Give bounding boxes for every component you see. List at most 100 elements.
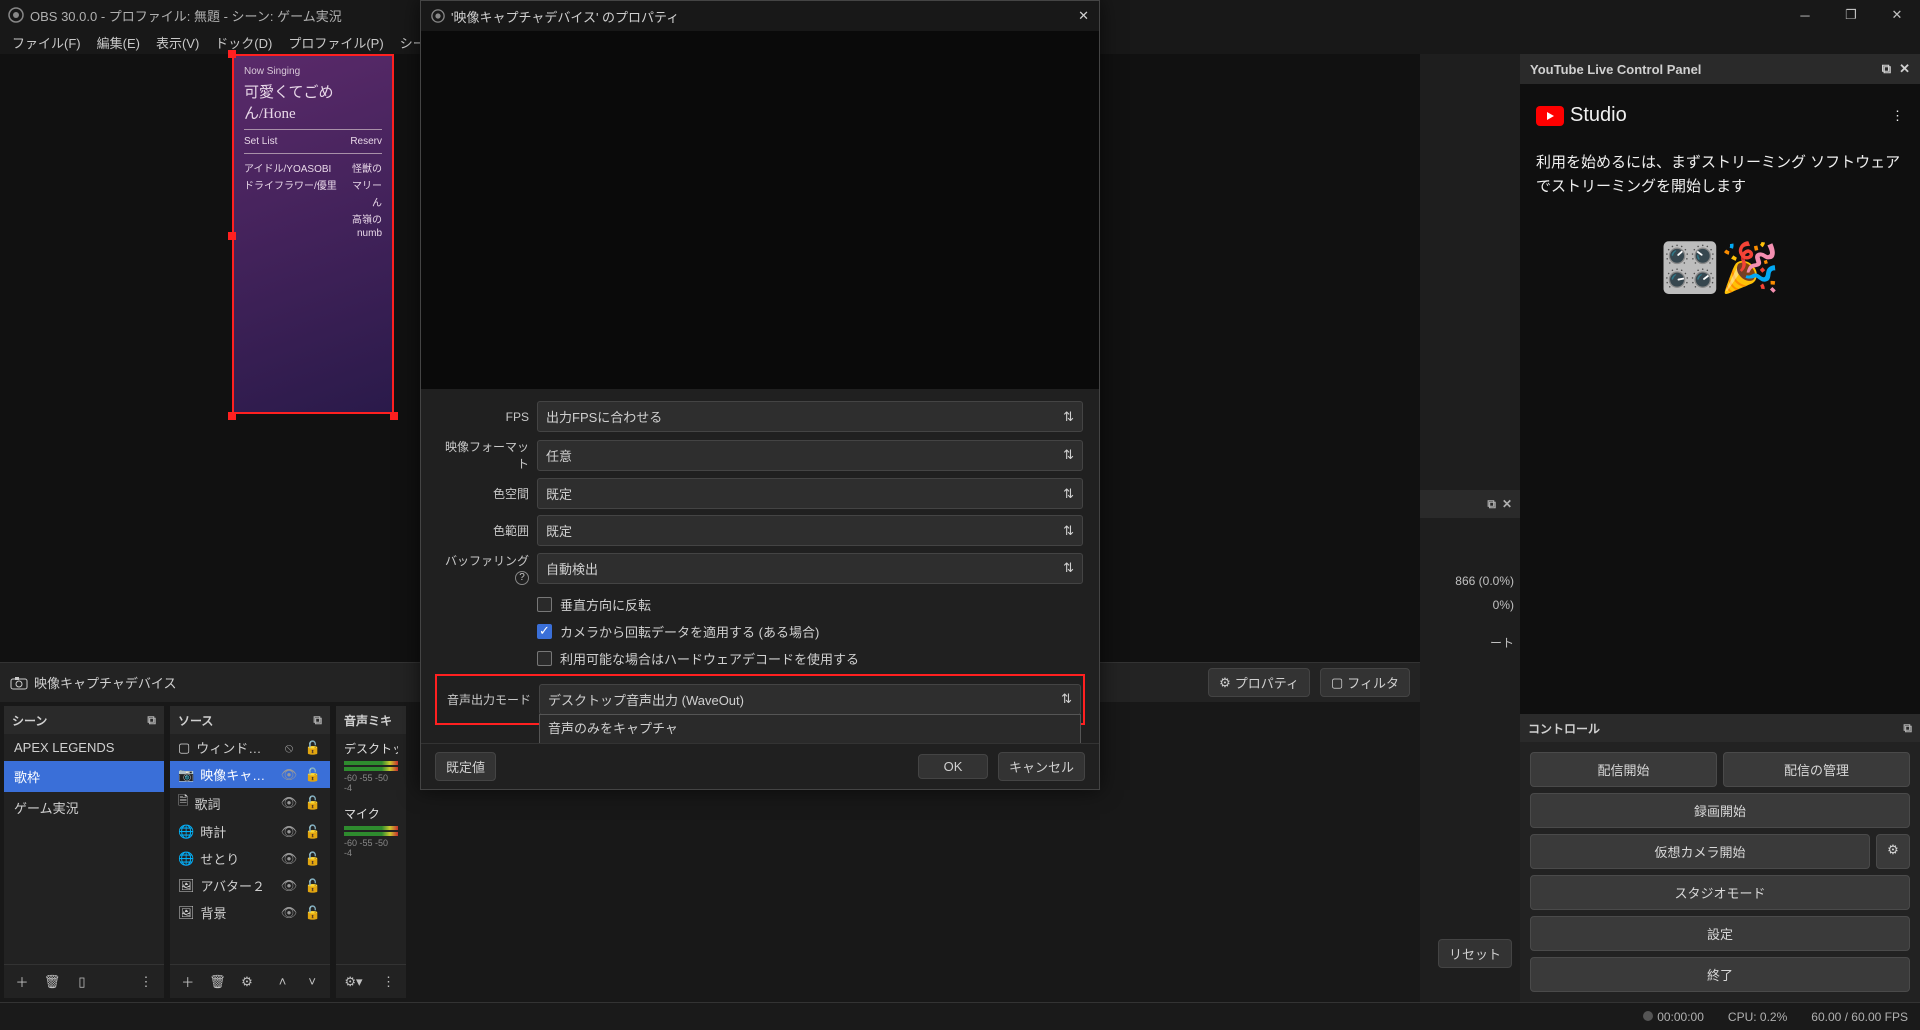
scene-filter-button[interactable]: ▯ [70,970,94,994]
color-range-select[interactable]: 既定⇅ [537,515,1083,546]
start-streaming-button[interactable]: 配信開始 [1530,752,1717,787]
setlist-label: Set List [244,136,277,147]
popout-icon[interactable]: ⧉ [1487,497,1496,512]
studio-mode-button[interactable]: スタジオモード [1530,875,1910,910]
defaults-button[interactable]: 既定値 [435,752,496,781]
remove-scene-button[interactable]: 🗑 [40,970,64,994]
dropdown-option[interactable]: デスクトップ音声出力 (DirectSound) [540,740,1080,744]
manage-broadcast-button[interactable]: 配信の管理 [1723,752,1910,787]
popout-icon[interactable]: ⧉ [1882,61,1891,77]
popout-icon[interactable]: ⧉ [1903,721,1912,736]
lock-toggle[interactable]: 🔓 [304,905,322,921]
source-item[interactable]: 🖼背景👁🔓 [170,899,330,926]
lock-toggle[interactable]: 🔓 [304,878,322,894]
video-format-select[interactable]: 任意⇅ [537,440,1083,471]
source-down-button[interactable]: ˅ [300,970,324,994]
start-virtual-cam-button[interactable]: 仮想カメラ開始 [1530,834,1870,869]
resize-handle[interactable] [228,232,236,240]
lock-toggle[interactable]: 🔓 [304,767,322,783]
mixer-menu-button[interactable]: ⋮ [377,970,400,994]
dialog-title: '映像キャプチャデバイス' のプロパティ [451,7,679,26]
close-button[interactable]: ✕ [1874,0,1920,30]
start-recording-button[interactable]: 録画開始 [1530,793,1910,828]
source-item[interactable]: ▢ウィンドウキャ⦸🔓 [170,734,330,761]
scene-item[interactable]: ゲーム実況 [4,792,164,823]
resize-handle[interactable] [390,412,398,420]
filters-button[interactable]: ▢ フィルタ [1320,668,1410,697]
channel-name: マイク [344,805,398,822]
scene-item[interactable]: APEX LEGENDS [4,734,164,761]
visibility-toggle[interactable]: 👁 [280,851,298,867]
popout-icon[interactable]: ⧉ [313,713,322,728]
source-item[interactable]: 🗎歌詞👁🔓 [170,788,330,818]
lock-toggle[interactable]: 🔓 [304,740,322,756]
dropdown-option[interactable]: 音声のみをキャプチャ [540,715,1080,740]
visibility-toggle[interactable]: 👁 [280,767,298,783]
mixer-channel[interactable]: マイク-60 -55 -50 -4 [336,799,406,864]
settings-button[interactable]: 設定 [1530,916,1910,951]
visibility-toggle[interactable]: 👁 [280,905,298,921]
source-item[interactable]: 📷映像キャプチ👁🔓 [170,761,330,788]
source-item[interactable]: 🌐時計👁🔓 [170,818,330,845]
dialog-titlebar[interactable]: '映像キャプチャデバイス' のプロパティ ✕ [421,1,1099,31]
flip-vertical-checkbox[interactable] [537,597,552,612]
help-icon[interactable]: ? [515,571,529,585]
visibility-toggle[interactable]: 👁 [280,878,298,894]
popout-icon[interactable]: ⧉ [147,713,156,728]
apply-rotation-label: カメラから回転データを適用する (ある場合) [560,622,819,641]
ok-button[interactable]: OK [918,754,988,779]
visibility-toggle[interactable]: ⦸ [280,740,298,756]
youtube-brand: Studio [1570,104,1627,127]
channel-name: デスクトップ [344,740,398,757]
cancel-button[interactable]: キャンセル [998,752,1085,781]
audio-output-mode-label: 音声出力モード [439,691,531,708]
visibility-toggle[interactable]: 👁 [280,824,298,840]
remove-source-button[interactable]: 🗑 [206,970,230,994]
menu-view[interactable]: 表示(V) [148,31,207,54]
dialog-preview [421,31,1099,389]
exit-button[interactable]: 終了 [1530,957,1910,992]
reset-button[interactable]: リセット [1438,939,1512,968]
meter-ticks: -60 -55 -50 -4 [344,773,398,793]
add-source-button[interactable]: ＋ [176,970,200,994]
mixer-channel[interactable]: デスクトップ -60 -55 -50 -4 [336,734,406,799]
visibility-toggle[interactable]: 👁 [280,795,298,811]
minimize-button[interactable]: ─ [1782,0,1828,30]
menu-file[interactable]: ファイル(F) [4,31,89,54]
properties-button[interactable]: ⚙ プロパティ [1208,668,1310,697]
menu-profile[interactable]: プロファイル(P) [280,31,391,54]
status-time: 00:00:00 [1657,1010,1704,1024]
virtual-cam-settings-button[interactable]: ⚙ [1876,834,1910,869]
hw-decode-checkbox[interactable] [537,651,552,666]
chevron-updown-icon: ⇅ [1063,447,1074,463]
close-icon[interactable]: ✕ [1502,497,1512,512]
color-space-select[interactable]: 既定⇅ [537,478,1083,509]
lock-toggle[interactable]: 🔓 [304,795,322,811]
mixer-settings-button[interactable]: ⚙▾ [342,970,365,994]
dialog-close-button[interactable]: ✕ [1078,8,1089,24]
audio-output-mode-select[interactable]: デスクトップ音声出力 (WaveOut)⇅ [539,684,1081,715]
menu-edit[interactable]: 編集(E) [89,31,148,54]
source-item[interactable]: 🖼アバター２👁🔓 [170,872,330,899]
resize-handle[interactable] [228,50,236,58]
menu-dock[interactable]: ドック(D) [207,31,280,54]
fps-select[interactable]: 出力FPSに合わせる⇅ [537,401,1083,432]
scene-menu-button[interactable]: ⋮ [134,970,158,994]
scene-item[interactable]: 歌枠 [4,761,164,792]
flip-vertical-label: 垂直方向に反転 [560,595,651,614]
apply-rotation-checkbox[interactable]: ✓ [537,624,552,639]
source-item[interactable]: 🌐せとり👁🔓 [170,845,330,872]
lock-toggle[interactable]: 🔓 [304,851,322,867]
maximize-button[interactable]: ❐ [1828,0,1874,30]
buffering-select[interactable]: 自動検出⇅ [537,553,1083,584]
kebab-icon[interactable]: ⋮ [1891,108,1904,124]
source-up-button[interactable]: ˄ [271,970,295,994]
resize-handle[interactable] [228,412,236,420]
add-scene-button[interactable]: ＋ [10,970,34,994]
source-settings-button[interactable]: ⚙ [235,970,259,994]
preview-source-overlay[interactable]: Now Singing 可愛くてごめん/Hone Set ListReserv … [232,54,394,414]
lock-toggle[interactable]: 🔓 [304,824,322,840]
source-name: せとり [200,849,274,868]
video-format-label: 映像フォーマット [437,438,529,472]
close-icon[interactable]: ✕ [1899,61,1910,77]
